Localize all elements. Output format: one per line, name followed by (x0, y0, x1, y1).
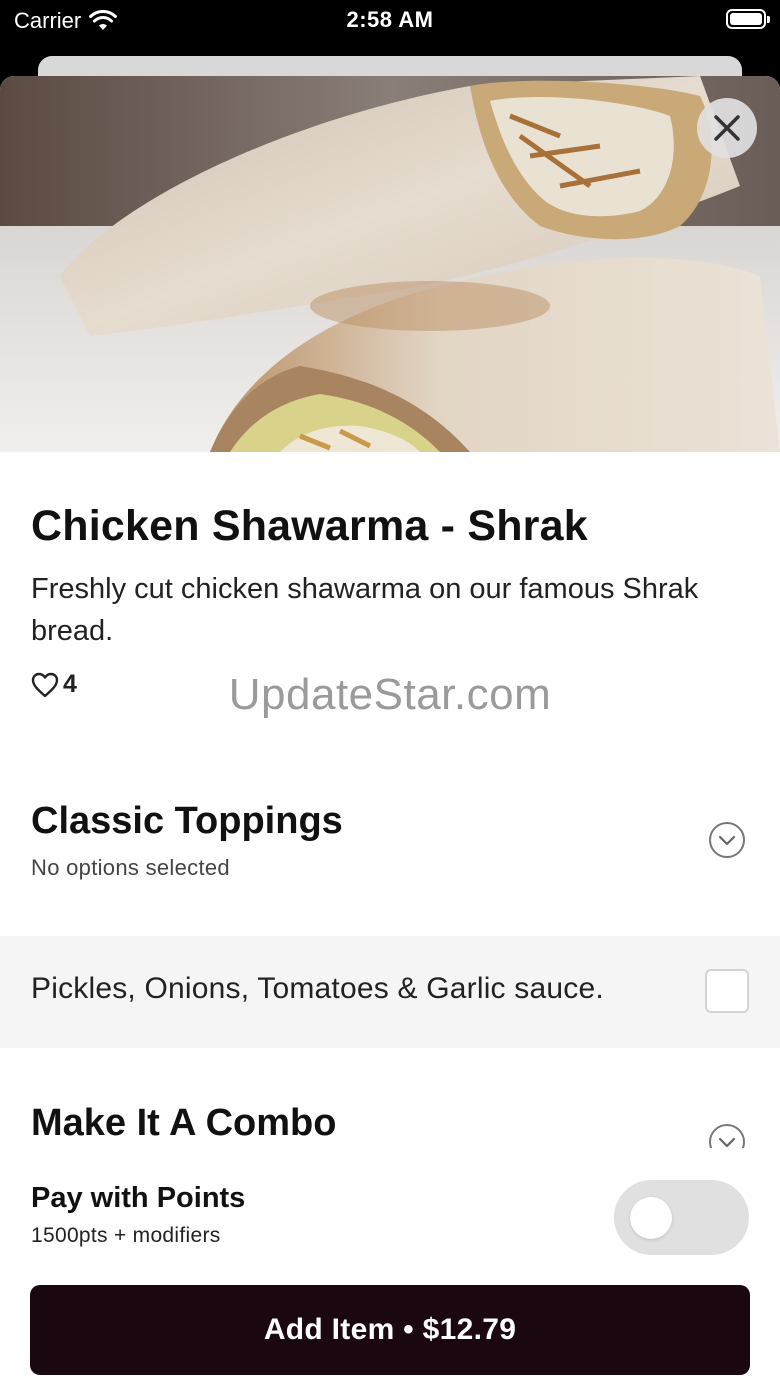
status-bar: Carrier 2:58 AM (0, 0, 780, 56)
shawarma-wrap-photo (0, 76, 780, 452)
checkout-panel: Pay with Points 1500pts + modifiers Add … (0, 1148, 780, 1387)
pay-with-points-toggle[interactable] (614, 1180, 749, 1255)
item-detail-sheet: Chicken Shawarma - Shrak Freshly cut chi… (0, 76, 780, 1387)
chevron-down-icon[interactable] (709, 822, 745, 858)
watermark: UpdateStar.com (228, 670, 552, 719)
add-item-button[interactable]: Add Item • $12.79 (30, 1285, 750, 1375)
option-checkbox[interactable] (705, 969, 749, 1013)
close-icon (714, 115, 740, 141)
pay-with-points-title: Pay with Points (31, 1182, 246, 1214)
item-description: Freshly cut chicken shawarma on our famo… (31, 573, 699, 647)
battery-icon (726, 9, 770, 29)
section-title: Classic Toppings (31, 800, 343, 842)
item-photo (0, 76, 780, 452)
section-title: Make It A Combo (31, 1102, 337, 1144)
option-row[interactable]: Pickles, Onions, Tomatoes & Garlic sauce… (0, 936, 780, 1048)
item-title: Chicken Shawarma - Shrak (31, 502, 588, 550)
pay-with-points-subtitle: 1500pts + modifiers (31, 1224, 221, 1247)
option-label: Pickles, Onions, Tomatoes & Garlic sauce… (31, 972, 604, 1005)
status-time: 2:58 AM (346, 7, 434, 32)
section-subtitle: No options selected (31, 855, 230, 880)
close-button[interactable] (697, 98, 757, 158)
toggle-knob (630, 1197, 672, 1239)
